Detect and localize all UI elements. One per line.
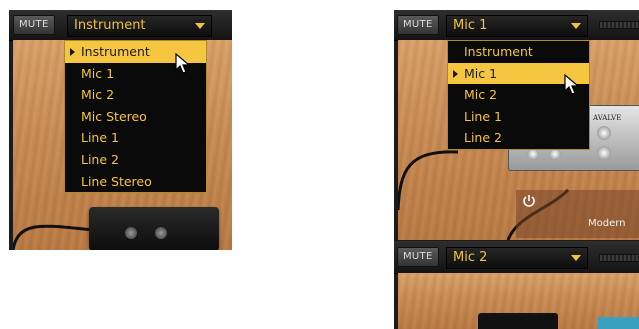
menu-item-label: Line 2 [464, 130, 502, 146]
selection-marker-icon [70, 48, 75, 56]
menu-item-label: Mic 1 [464, 65, 498, 81]
mouse-cursor-icon [564, 74, 580, 95]
menu-item-label: Instrument [81, 44, 150, 59]
selection-marker-icon [453, 69, 458, 78]
menu-item-mic-stereo[interactable]: Mic Stereo [65, 106, 206, 128]
menu-item-label: Mic 1 [81, 65, 115, 81]
mute-button[interactable]: MUTE [13, 15, 55, 35]
dropdown-arrow-icon [195, 23, 205, 29]
menu-item-line-stereo[interactable]: Line Stereo [65, 171, 206, 193]
channel-strip-header-1: MUTE Mic 1 [394, 10, 639, 41]
menu-item-line-2[interactable]: Line 2 [448, 127, 589, 149]
amp-knob [597, 146, 611, 160]
amp-head [478, 313, 558, 329]
menu-item-label: Mic Stereo [81, 108, 147, 124]
amp-knob [155, 227, 167, 239]
input-source-value-2: Mic 2 [453, 250, 488, 265]
menu-item-label: Mic 2 [81, 87, 115, 103]
menu-item-mic-2[interactable]: Mic 2 [65, 84, 206, 106]
dropdown-arrow-icon [571, 23, 581, 29]
channel-strip-header-2: MUTE Mic 2 [394, 241, 639, 274]
power-icon[interactable] [522, 194, 536, 208]
left-channel-panel: MUTE Instrument Instrument Mic 1 Mic 2 M… [9, 10, 232, 250]
amp-knob [597, 126, 611, 140]
right-channel-panel: MUTE Mic 1 AVALVE Modern Instrument Mic … [394, 10, 639, 329]
menu-item-line-1[interactable]: Line 1 [448, 106, 589, 128]
menu-item-label: Mic 2 [464, 87, 498, 103]
level-meter-2 [599, 254, 639, 262]
menu-item-label: Instrument [464, 44, 533, 59]
input-source-select[interactable]: Instrument [67, 15, 212, 37]
menu-item-instrument[interactable]: Instrument [448, 41, 589, 63]
amp-preset-footer: Modern [516, 190, 639, 238]
mute-button-2[interactable]: MUTE [397, 247, 439, 267]
input-source-value-1: Mic 1 [453, 18, 488, 33]
amp-brand-label: AVALVE [593, 114, 622, 122]
amp-knob [125, 227, 137, 239]
dropdown-arrow-icon [571, 255, 581, 261]
menu-item-line-2[interactable]: Line 2 [65, 149, 206, 171]
menu-item-label: Line 1 [81, 130, 119, 146]
pedal [598, 317, 639, 329]
menu-item-line-1[interactable]: Line 1 [65, 127, 206, 149]
input-source-select-2[interactable]: Mic 2 [446, 247, 588, 269]
menu-item-label: Line 1 [464, 108, 502, 124]
mute-button-1[interactable]: MUTE [397, 15, 439, 35]
input-source-select-1[interactable]: Mic 1 [446, 15, 588, 37]
level-meter-1 [599, 21, 639, 29]
amp-head [89, 207, 219, 250]
mouse-cursor-icon [175, 53, 191, 74]
menu-item-label: Line Stereo [81, 173, 152, 189]
input-source-value: Instrument [74, 18, 146, 33]
channel-strip-header: MUTE Instrument [9, 10, 232, 41]
amp-model-label: Modern [588, 218, 626, 229]
menu-item-label: Line 2 [81, 151, 119, 167]
wood-background-2 [398, 273, 639, 329]
